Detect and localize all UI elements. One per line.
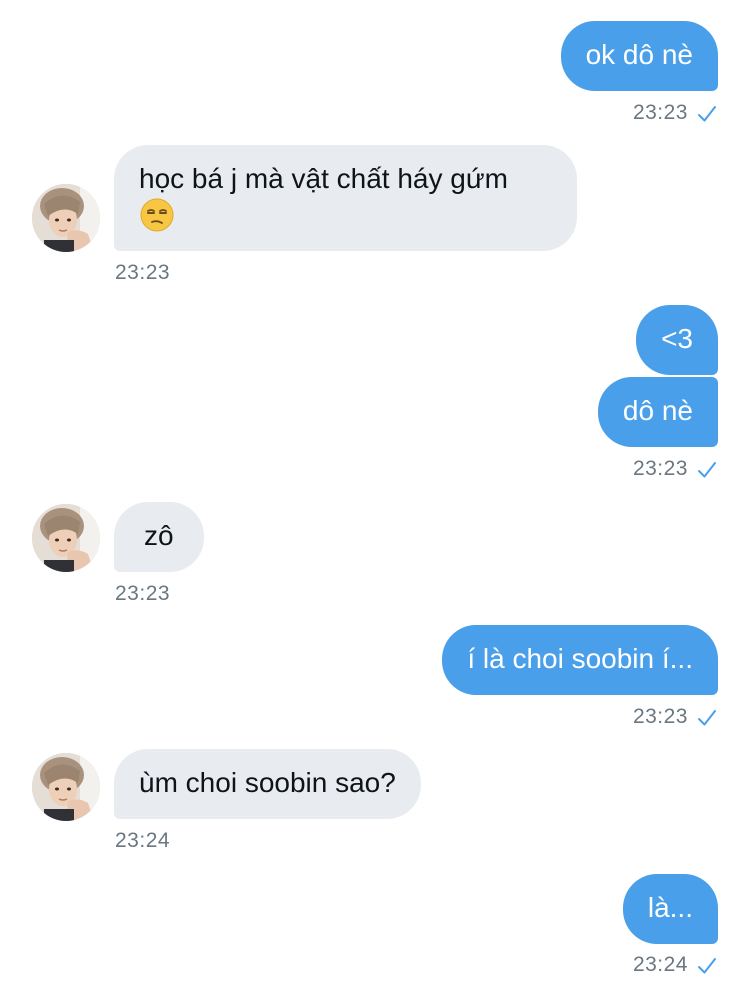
message-bubble-outgoing[interactable]: <3 xyxy=(636,305,718,375)
avatar[interactable] xyxy=(32,504,100,572)
message-text: <3 xyxy=(661,323,693,354)
check-icon xyxy=(698,462,716,478)
check-icon xyxy=(698,710,716,726)
message-bubble-incoming[interactable]: ùm choi soobin sao? xyxy=(114,749,421,819)
check-icon xyxy=(698,106,716,122)
message-timestamp: 23:24 xyxy=(115,829,171,852)
message-text: học bá j mà vật chất háy gứm xyxy=(139,163,508,194)
message-text: là... xyxy=(647,892,693,923)
check-icon xyxy=(698,958,716,974)
message-text: zô xyxy=(144,520,174,551)
message-timestamp: 23:23 xyxy=(632,101,688,124)
message-timestamp: 23:23 xyxy=(632,457,688,480)
message-bubble-outgoing[interactable]: dô nè xyxy=(597,377,718,447)
message-bubble-outgoing[interactable]: là... xyxy=(622,874,718,944)
message-text: ùm choi soobin sao? xyxy=(139,767,396,798)
avatar-photo xyxy=(32,184,100,252)
message-timestamp: 23:23 xyxy=(632,705,688,728)
message-bubble-outgoing[interactable]: í là choi soobin í... xyxy=(442,625,718,695)
avatar[interactable] xyxy=(32,184,100,252)
unamused-face-emoji xyxy=(140,198,174,232)
message-timestamp: 23:23 xyxy=(115,261,171,284)
message-bubble-incoming[interactable]: học bá j mà vật chất háy gứm xyxy=(114,145,577,251)
message-text: ok dô nè xyxy=(585,39,693,70)
message-text: í là choi soobin í... xyxy=(467,643,693,674)
avatar-photo xyxy=(32,504,100,572)
message-bubble-incoming[interactable]: zô xyxy=(114,502,204,572)
avatar[interactable] xyxy=(32,753,100,821)
message-bubble-outgoing[interactable]: ok dô nè xyxy=(560,21,718,91)
message-timestamp: 23:24 xyxy=(632,953,688,976)
message-text: dô nè xyxy=(622,395,693,426)
message-timestamp: 23:23 xyxy=(115,582,171,605)
avatar-photo xyxy=(32,753,100,821)
